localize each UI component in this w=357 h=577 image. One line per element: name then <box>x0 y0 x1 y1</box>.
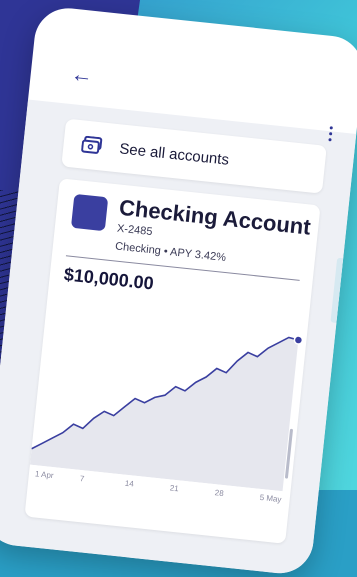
x-tick-label: 21 <box>169 483 180 494</box>
arrow-left-icon[interactable]: ← <box>70 61 96 88</box>
chart-end-point[interactable] <box>293 335 304 345</box>
wallet-icon <box>81 135 103 154</box>
x-tick-label: 5 May <box>259 492 282 505</box>
balance-chart <box>29 335 304 492</box>
x-tick-label: 1 Apr <box>34 469 55 481</box>
account-card[interactable]: Checking Account X-2485 Checking • APY 3… <box>24 178 321 544</box>
chart-area <box>29 337 299 492</box>
phone-mockup: ← See all accounts Checking Account X-24… <box>0 5 357 577</box>
account-balance: $10,000.00 <box>62 264 155 294</box>
account-icon <box>70 193 109 232</box>
account-number: X-2485 <box>116 222 153 239</box>
account-meta: Checking • APY 3.42% <box>114 240 227 264</box>
x-tick-label: 7 <box>79 474 85 484</box>
x-tick-label: 14 <box>124 478 135 489</box>
see-all-accounts-label: See all accounts <box>118 139 230 169</box>
